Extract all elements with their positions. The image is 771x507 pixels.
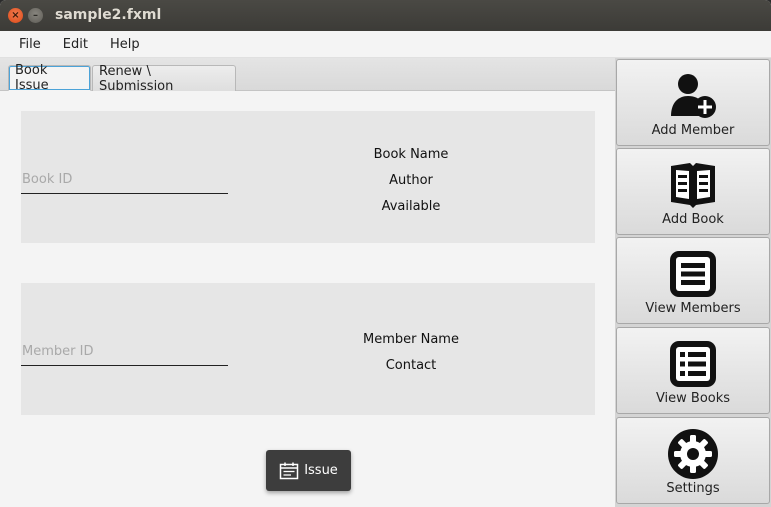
menu-bar: File Edit Help [0, 31, 771, 58]
menu-help[interactable]: Help [99, 37, 151, 52]
member-name-label: Member Name [363, 332, 459, 347]
member-id-field[interactable] [21, 338, 228, 366]
close-window-button[interactable]: × [8, 8, 23, 23]
view-books-button[interactable]: View Books [616, 327, 770, 414]
book-available-label: Available [381, 199, 441, 214]
view-members-label: View Members [645, 301, 741, 316]
tab-header: Book Issue Renew \ Submission [0, 58, 615, 94]
calendar-icon [279, 462, 299, 480]
view-books-label: View Books [655, 391, 731, 406]
add-book-button[interactable]: Add Book [616, 148, 770, 235]
list-icon [667, 248, 719, 300]
window-title: sample2.fxml [55, 7, 162, 23]
menu-file[interactable]: File [8, 37, 52, 52]
settings-button[interactable]: Settings [616, 417, 770, 504]
member-contact-label: Contact [385, 358, 437, 373]
book-name-label: Book Name [373, 147, 449, 162]
action-sidebar: Add Member Add Book View Members View Bo… [615, 58, 771, 507]
tab-renew-submission[interactable]: Renew \ Submission [92, 64, 236, 94]
title-bar: × – sample2.fxml [0, 0, 771, 31]
gear-icon [667, 428, 719, 480]
close-icon: × [11, 9, 20, 21]
book-panel: Book Name Author Available [21, 111, 595, 243]
issue-button[interactable]: Issue [266, 450, 351, 491]
tab-book-issue[interactable]: Book Issue [8, 63, 91, 93]
minimize-window-button[interactable]: – [28, 8, 43, 23]
view-members-button[interactable]: View Members [616, 237, 770, 324]
settings-label: Settings [666, 481, 720, 496]
app-window: × – sample2.fxml File Edit Help Book Iss… [0, 0, 771, 507]
issue-button-label: Issue [304, 463, 338, 478]
tab-pane: Book Issue Renew \ Submission Book Name … [0, 58, 615, 507]
add-book-label: Add Book [662, 212, 724, 227]
add-member-label: Add Member [651, 123, 735, 138]
grid-list-icon [667, 338, 719, 390]
book-author-label: Author [389, 173, 433, 188]
member-panel: Member Name Contact [21, 283, 595, 415]
book-id-field[interactable] [21, 166, 228, 194]
minimize-icon: – [33, 9, 38, 21]
add-member-button[interactable]: Add Member [616, 59, 770, 146]
menu-edit[interactable]: Edit [52, 37, 99, 52]
add-user-icon [667, 70, 719, 122]
open-book-icon [667, 159, 719, 211]
